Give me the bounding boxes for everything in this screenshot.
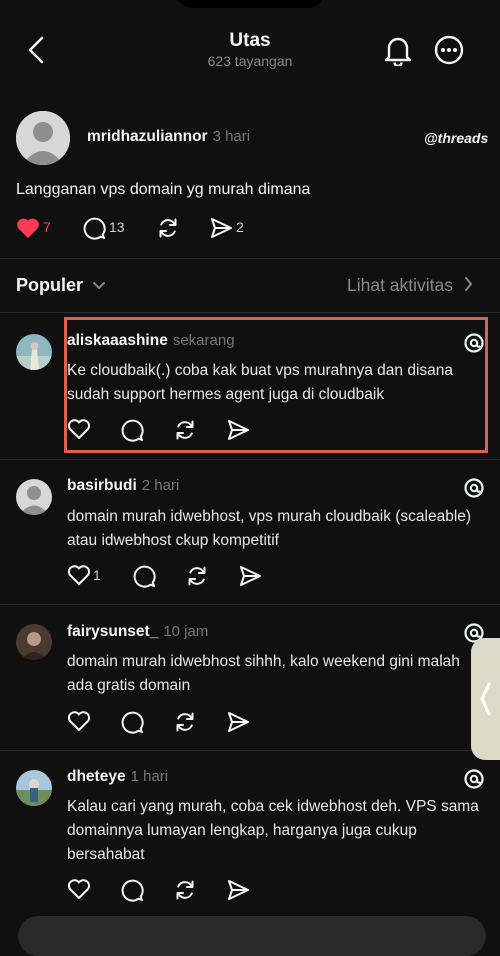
activity-link[interactable]: Lihat aktivitas	[347, 275, 473, 296]
reply-avatar[interactable]	[16, 770, 52, 806]
reply-avatar[interactable]	[16, 479, 52, 515]
reply-header[interactable]: fairysunset_ 10 jam	[67, 623, 208, 641]
comment-icon[interactable]	[82, 216, 106, 240]
repost-icon[interactable]	[156, 216, 180, 240]
like-heart-icon[interactable]	[67, 878, 91, 900]
reply-time: 10 jam	[163, 623, 209, 640]
like-heart-filled-icon[interactable]	[16, 217, 40, 239]
like-heart-icon[interactable]	[67, 710, 91, 732]
post-text: Langganan vps domain yg murah dimana	[16, 181, 311, 198]
reply-author[interactable]: basirbudi	[67, 477, 137, 494]
reply-text: Kalau cari yang murah, coba cek idwebhos…	[67, 798, 479, 863]
comment-icon[interactable]	[120, 710, 144, 734]
threads-logo-icon[interactable]	[463, 768, 485, 790]
post-author-name[interactable]: mridhazuliannor	[87, 128, 208, 145]
share-send-icon[interactable]	[226, 878, 250, 902]
like-count: 1	[93, 567, 101, 583]
share-send-icon[interactable]	[226, 710, 250, 734]
repost-icon[interactable]	[173, 878, 197, 902]
post-time: 3 hari	[212, 128, 251, 145]
post-author[interactable]: mridhazuliannor 3 hari	[87, 128, 250, 146]
highlight-box	[64, 317, 488, 453]
reply-text: domain murah idwebhost sihhh, kalo weeke…	[67, 653, 460, 694]
author-avatar[interactable]	[16, 111, 70, 165]
chevron-down-icon[interactable]	[92, 281, 106, 291]
repost-icon[interactable]	[185, 564, 209, 588]
activity-link-label[interactable]: Lihat aktivitas	[347, 275, 453, 295]
reply-avatar[interactable]	[16, 624, 52, 660]
reply-time: 2 hari	[141, 477, 180, 494]
comment-count: 13	[109, 219, 125, 235]
more-options-icon[interactable]	[434, 35, 464, 65]
divider	[0, 604, 500, 605]
reply-header[interactable]: dheteye 1 hari	[67, 768, 168, 786]
threads-logo-icon[interactable]	[463, 477, 485, 499]
divider	[0, 312, 500, 313]
sort-label[interactable]: Populer	[16, 275, 83, 295]
reply-input-bar[interactable]	[18, 916, 486, 956]
edge-panel-handle[interactable]	[471, 638, 500, 760]
divider	[0, 750, 500, 751]
like-count: 7	[43, 219, 51, 235]
sort-dropdown[interactable]: Populer	[16, 275, 106, 296]
reply-author[interactable]: dheteye	[67, 768, 126, 785]
repost-icon[interactable]	[173, 710, 197, 734]
comment-icon[interactable]	[132, 564, 156, 588]
share-count: 2	[236, 219, 244, 235]
reply-header[interactable]: basirbudi 2 hari	[67, 477, 179, 495]
reply-text: domain murah idwebhost, vps murah cloudb…	[67, 508, 472, 549]
view-count: 623 tayangan	[207, 53, 293, 69]
reply-time: 1 hari	[130, 768, 169, 785]
share-send-icon[interactable]	[209, 216, 233, 240]
device-notch	[175, 0, 325, 8]
reply-author[interactable]: fairysunset_	[67, 623, 158, 640]
threads-logo-icon: @	[424, 130, 438, 146]
page-title: Utas	[229, 30, 271, 51]
like-heart-icon[interactable]	[67, 564, 91, 586]
bell-icon[interactable]	[384, 34, 412, 66]
chevron-right-icon[interactable]	[464, 277, 473, 291]
comment-icon[interactable]	[120, 878, 144, 902]
divider	[0, 459, 500, 460]
share-send-icon[interactable]	[238, 564, 262, 588]
threads-brand: @threads	[424, 130, 489, 146]
divider	[0, 258, 500, 259]
reply-avatar[interactable]	[16, 334, 52, 370]
